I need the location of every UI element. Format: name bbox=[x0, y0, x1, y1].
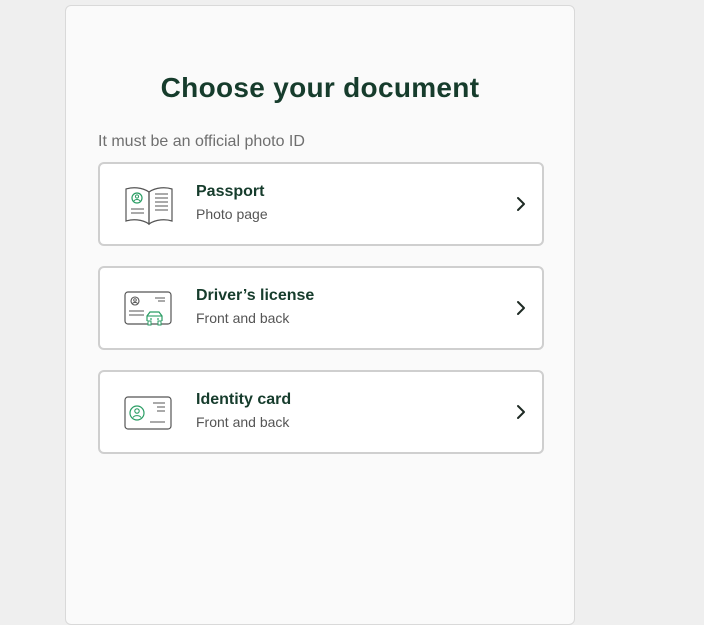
passport-option[interactable]: Passport Photo page bbox=[98, 162, 544, 246]
passport-icon bbox=[122, 184, 176, 226]
drivers-license-option[interactable]: Driver’s license Front and back bbox=[98, 266, 544, 350]
drivers-license-sublabel: Front and back bbox=[196, 310, 290, 326]
chevron-right-icon bbox=[514, 299, 528, 317]
identity-card-option[interactable]: Identity card Front and back bbox=[98, 370, 544, 454]
passport-label: Passport bbox=[196, 183, 265, 200]
passport-sublabel: Photo page bbox=[196, 206, 268, 222]
identity-card-icon bbox=[122, 392, 176, 434]
identity-card-sublabel: Front and back bbox=[196, 414, 290, 430]
chevron-right-icon bbox=[514, 195, 528, 213]
drivers-license-icon bbox=[122, 288, 176, 330]
page-subtitle: It must be an official photo ID bbox=[98, 133, 305, 150]
chevron-right-icon bbox=[514, 403, 528, 421]
document-selection-panel: Choose your document It must be an offic… bbox=[65, 5, 575, 625]
identity-card-label: Identity card bbox=[196, 391, 292, 408]
drivers-license-label: Driver’s license bbox=[196, 287, 315, 304]
page-title: Choose your document bbox=[160, 72, 480, 103]
